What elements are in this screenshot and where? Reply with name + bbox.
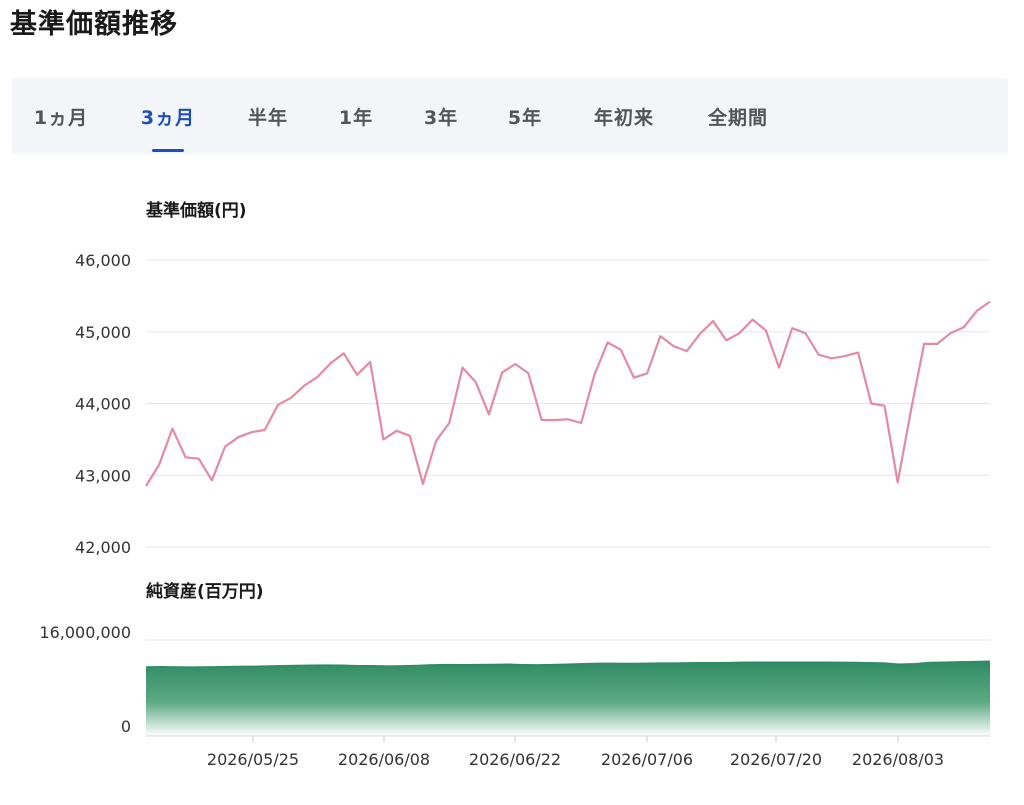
price-series-line (145, 300, 991, 487)
net-assets-y-tick-label: 16,000,000 (39, 623, 131, 642)
chart-area: 基準価額(円) 46,000 45,000 44,000 43,000 42,000 純… (39, 200, 991, 769)
price-grid (146, 259, 990, 548)
price-y-tick-label: 43,000 (75, 466, 131, 485)
x-tick-label: 2026/08/03 (852, 750, 944, 769)
x-tick-label: 2026/07/20 (730, 750, 822, 769)
net-assets-y-tick-label: 0 (121, 717, 131, 736)
price-y-tick-label: 45,000 (75, 323, 131, 342)
x-tick-label: 2026/07/06 (601, 750, 693, 769)
x-tick-label: 2026/06/08 (338, 750, 430, 769)
price-y-tick-label: 44,000 (75, 395, 131, 414)
price-y-tick-label: 42,000 (75, 538, 131, 557)
price-y-ticks: 46,000 45,000 44,000 43,000 42,000 (75, 251, 131, 557)
price-axis-title: 基準価額(円) (145, 200, 247, 221)
x-tick-label: 2026/05/25 (207, 750, 299, 769)
net-assets-y-ticks: 16,000,000 0 (39, 623, 131, 736)
x-ticks: 2026/05/25 2026/06/08 2026/06/22 2026/07/06… (207, 736, 944, 769)
net-assets-axis-title: 純資産(百万円) (146, 581, 264, 602)
x-tick-label: 2026/06/22 (469, 750, 561, 769)
price-y-tick-label: 46,000 (75, 251, 131, 270)
net-assets-area (146, 661, 990, 736)
